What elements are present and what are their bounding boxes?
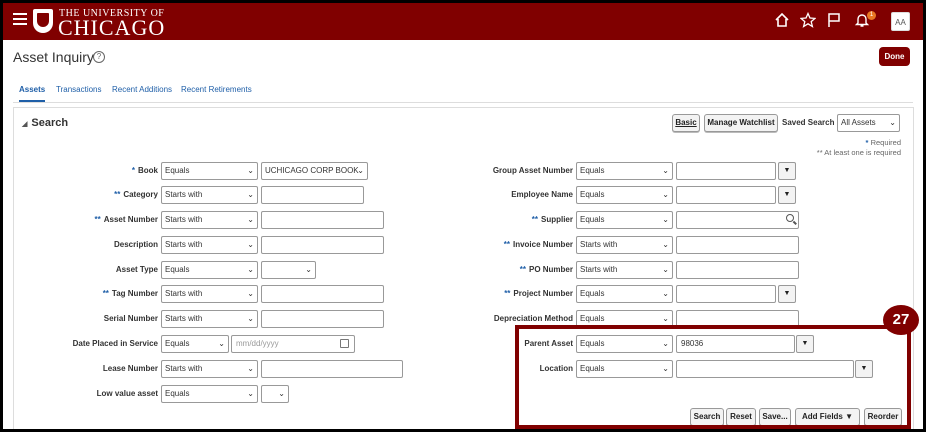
basic-button[interactable]: Basic [672,114,700,132]
brand-main-text: CHICAGO [58,15,166,40]
menu-icon[interactable] [13,13,27,27]
employee-name-label: Employee Name [511,190,573,199]
help-icon[interactable]: ? [93,51,105,63]
tab-assets[interactable]: Assets [19,83,46,102]
manage-watchlist-button[interactable]: Manage Watchlist [704,114,778,132]
group-asset-lov-button[interactable]: ▼ [778,162,796,180]
home-icon[interactable] [773,12,791,30]
low-value-asset-value-select[interactable]: ⌄ [261,385,289,403]
description-input[interactable] [261,236,384,254]
step-callout-badge: 27 [883,305,919,335]
project-number-input[interactable] [676,285,776,303]
po-number-input[interactable] [676,261,799,279]
search-section-header[interactable]: ◢ Search [22,117,68,129]
supplier-operator-select[interactable]: Equals ⌄ [576,211,673,229]
search-icon[interactable] [786,214,794,222]
date-placed-in-service-label: Date Placed in Service [72,339,158,348]
notification-count-badge: 1 [867,11,876,20]
user-avatar[interactable]: AA [891,12,910,31]
depreciation-method-label: Depreciation Method [493,314,573,323]
description-label: Description [113,240,158,249]
group-asset-number-label: Group Asset Number [492,166,573,175]
employee-name-input[interactable] [676,186,776,204]
collapse-triangle-icon: ◢ [22,121,28,128]
description-operator-select[interactable]: Starts with ⌄ [161,236,258,254]
university-shield-icon [33,9,53,33]
asset-number-operator-select[interactable]: Starts with ⌄ [161,211,258,229]
project-number-lov-button[interactable]: ▼ [778,285,796,303]
serial-number-input[interactable] [261,310,384,328]
tag-number-operator-select[interactable]: Starts with ⌄ [161,285,258,303]
highlight-box [515,325,911,429]
tab-recent-additions[interactable]: Recent Additions [112,83,172,102]
tab-bar: Assets Transactions Recent Additions Rec… [13,83,913,103]
tag-number-label: ** Tag Number [102,289,158,298]
lease-number-label: Lease Number [102,364,158,373]
star-icon[interactable] [799,11,817,30]
book-operator-select[interactable]: Equals ⌄ [161,162,258,180]
employee-name-lov-button[interactable]: ▼ [778,186,796,204]
serial-number-operator-select[interactable]: Starts with ⌄ [161,310,258,328]
lease-number-operator-select[interactable]: Starts with ⌄ [161,360,258,378]
required-note: * Required [865,138,901,147]
book-value-select[interactable]: UCHICAGO CORP BOOK ⌄ [261,162,368,180]
supplier-label: ** Supplier [531,215,573,224]
global-header: THE UNIVERSITY OF CHICAGO 1 AA [3,3,923,40]
at-least-one-note: ** At least one is required [816,148,901,157]
low-value-asset-label: Low value asset [96,389,158,398]
group-asset-input[interactable] [676,162,776,180]
calendar-icon[interactable] [340,339,349,348]
category-operator-select[interactable]: Starts with ⌄ [161,186,258,204]
asset-type-value-select[interactable]: ⌄ [261,261,316,279]
serial-number-label: Serial Number [103,314,158,323]
saved-search-select[interactable]: All Assets ⌄ [837,114,900,132]
date-placed-operator-select[interactable]: Equals ⌄ [161,335,229,353]
tab-transactions[interactable]: Transactions [56,83,102,102]
po-number-operator-select[interactable]: Starts with ⌄ [576,261,673,279]
date-placed-input[interactable]: mm/dd/yyyy [231,335,355,353]
chevron-down-icon: ⌄ [889,118,896,127]
date-placeholder: mm/dd/yyyy [236,339,279,348]
asset-type-operator-select[interactable]: Equals ⌄ [161,261,258,279]
book-label: * Book [131,166,158,175]
tab-recent-retirements[interactable]: Recent Retirements [181,83,252,102]
invoice-number-input[interactable] [676,236,799,254]
lease-number-input[interactable] [261,360,403,378]
asset-number-label: ** Asset Number [94,215,158,224]
page-title: Asset Inquiry [13,49,94,65]
flag-icon[interactable] [825,12,843,30]
saved-search-label: Saved Search [782,118,835,127]
invoice-number-operator-select[interactable]: Starts with ⌄ [576,236,673,254]
employee-name-operator-select[interactable]: Equals ⌄ [576,186,673,204]
supplier-input[interactable] [676,211,799,229]
po-number-label: ** PO Number [519,265,573,274]
group-asset-operator-select[interactable]: Equals ⌄ [576,162,673,180]
asset-number-input[interactable] [261,211,384,229]
app-frame: THE UNIVERSITY OF CHICAGO 1 AA Asset Inq… [3,3,923,429]
invoice-number-label: ** Invoice Number [503,240,573,249]
asset-type-label: Asset Type [115,265,158,274]
low-value-asset-operator-select[interactable]: Equals ⌄ [161,385,258,403]
project-number-operator-select[interactable]: Equals ⌄ [576,285,673,303]
saved-search-value: All Assets [841,118,876,127]
search-title-text: Search [31,117,69,129]
category-input[interactable] [261,186,364,204]
category-label: ** Category [114,190,158,199]
project-number-label: ** Project Number [504,289,573,298]
tag-number-input[interactable] [261,285,384,303]
done-button[interactable]: Done [879,47,910,66]
